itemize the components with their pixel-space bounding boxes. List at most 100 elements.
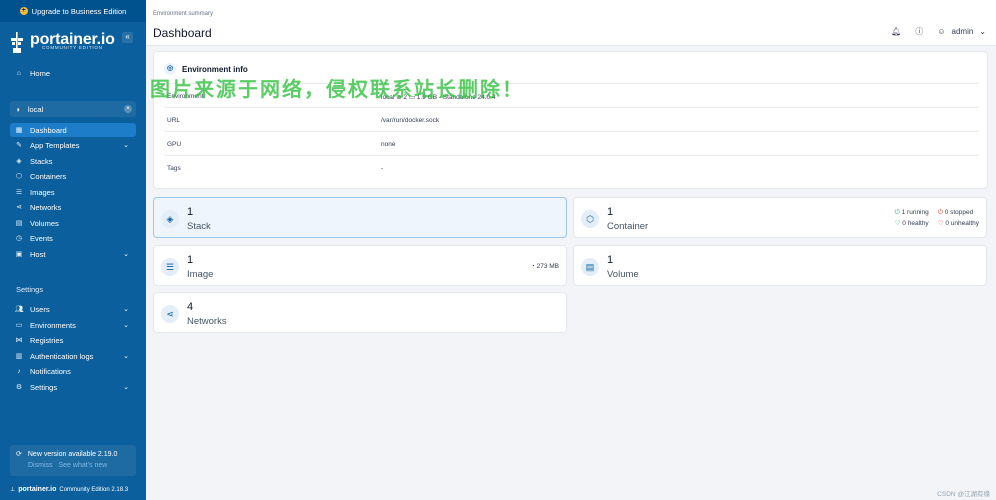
- user-icon: ☺: [937, 27, 946, 36]
- update-notice: ⟳ New version available 2.19.0 Dismiss S…: [10, 445, 136, 476]
- see-whats-new-link[interactable]: See what's new: [59, 462, 108, 469]
- env-row-gpu: GPU none: [164, 131, 979, 155]
- networks-count: 4: [187, 301, 194, 313]
- volume-tile[interactable]: ▤ 1 Volume: [573, 245, 987, 286]
- sidebar-item-label: Notifications: [30, 366, 71, 376]
- env-value: -: [381, 165, 384, 172]
- page-title: Dashboard: [153, 26, 212, 40]
- sidebar-item-stacks[interactable]: ◈ Stacks: [10, 154, 136, 168]
- stack-count: 1: [187, 206, 194, 218]
- image-tile[interactable]: ☰ 1 Image ◔ 273 MB: [153, 245, 567, 286]
- env-value: /var/run/docker.sock: [381, 117, 440, 124]
- box-icon: ⬡: [15, 173, 23, 180]
- env-row-tags: Tags -: [164, 155, 979, 179]
- container-tile[interactable]: ⬡ 1 Container ⏻ 1 running ⏻ 0 stopped ♡ …: [573, 197, 987, 238]
- sidebar-item-registries[interactable]: ⋈ Registries: [10, 333, 136, 347]
- image-count: 1: [187, 254, 194, 266]
- networks-label: Networks: [187, 316, 227, 327]
- env-value: none: [381, 141, 396, 148]
- sidebar-item-label: Images: [30, 187, 55, 197]
- chevron-down-icon: ⌄: [979, 27, 986, 36]
- layers-icon: ◈: [161, 210, 179, 228]
- running-stat: ⏻ 1 running: [894, 209, 929, 216]
- sidebar-item-host[interactable]: ▣ Host ⌄: [10, 247, 136, 261]
- pie-chart-icon: ◔: [530, 263, 535, 270]
- sidebar-item-notifications[interactable]: ♪ Notifications: [10, 364, 136, 378]
- top-bar: Environment summary Dashboard 🔔︎ ⓘ ☺ adm…: [146, 0, 996, 46]
- sidebar-item-label: Containers: [30, 171, 67, 181]
- sidebar-item-label: Volumes: [30, 218, 59, 228]
- brand-logo[interactable]: portainer.io COMMUNITY EDITION: [9, 30, 137, 56]
- env-key: GPU: [167, 141, 182, 148]
- sidebar-item-volumes[interactable]: ▤ Volumes: [10, 216, 136, 230]
- sidebar-item-events[interactable]: ◷ Events: [10, 231, 136, 245]
- volume-count: 1: [607, 254, 614, 266]
- username: admin: [951, 27, 974, 36]
- gear-icon: ⚙: [15, 384, 23, 391]
- portainer-small-icon: ⊥: [10, 487, 16, 493]
- power-off-icon: ⏻: [937, 209, 943, 216]
- settings-section-label: Settings: [16, 285, 44, 294]
- dashboard-icon: ▦: [15, 127, 23, 134]
- collapse-sidebar-button[interactable]: «: [122, 32, 133, 43]
- list-icon: ☰: [15, 189, 23, 196]
- sidebar-item-networks[interactable]: ⋖ Networks: [10, 200, 136, 214]
- users-icon: 👥︎: [14, 306, 24, 313]
- bell-icon: ♪: [17, 367, 21, 375]
- help-icon[interactable]: ⓘ: [915, 26, 923, 37]
- stopped-stat: ⏻ 0 stopped: [937, 209, 974, 216]
- image-size: ◔ 273 MB: [530, 263, 559, 270]
- chevron-down-icon: ⌄: [123, 306, 129, 313]
- edit-icon: ✎: [16, 142, 22, 149]
- power-icon: ⏻: [894, 209, 900, 216]
- share-icon: ⋖: [161, 305, 179, 323]
- logs-icon: ▥: [15, 353, 23, 360]
- upgrade-banner[interactable]: + Upgrade to Business Edition: [0, 0, 146, 22]
- chevron-down-icon: ⌄: [123, 353, 129, 360]
- docker-icon: ◗: [16, 104, 21, 114]
- sidebar-item-label: Users: [30, 304, 50, 314]
- upgrade-label: Upgrade to Business Edition: [31, 6, 127, 16]
- heart-broken-icon: ♡: [937, 220, 944, 227]
- sidebar-item-label: Registries: [30, 335, 64, 345]
- update-text: New version available 2.19.0: [27, 450, 118, 458]
- container-count: 1: [607, 206, 614, 218]
- stack-tile[interactable]: ◈ 1 Stack: [153, 197, 567, 238]
- sidebar-item-images[interactable]: ☰ Images: [10, 185, 136, 199]
- box-icon: ⬡: [581, 210, 599, 228]
- top-actions: 🔔︎ ⓘ ☺ admin ⌄: [891, 26, 986, 37]
- sidebar-item-label: Host: [30, 249, 46, 259]
- env-row-url: URL /var/run/docker.sock: [164, 107, 979, 131]
- environment-name: local: [27, 104, 44, 114]
- sidebar-item-containers[interactable]: ⬡ Containers: [10, 169, 136, 183]
- environment-info-card: ◎ Environment info Environment local ⊚ 2…: [153, 51, 988, 189]
- environment-selector[interactable]: ◗ local ×: [10, 101, 136, 117]
- bell-icon[interactable]: 🔔︎: [891, 27, 901, 36]
- sidebar-item-users[interactable]: 👥︎ Users ⌄: [10, 302, 136, 316]
- sidebar-item-environments[interactable]: ▭ Environments ⌄: [10, 318, 136, 332]
- footer-brand-name: portainer.io: [18, 486, 57, 493]
- sidebar-item-label: App Templates: [30, 140, 80, 150]
- sidebar-item-app-templates[interactable]: ✎ App Templates ⌄: [10, 138, 136, 152]
- image-label: Image: [187, 269, 214, 280]
- sidebar-item-dashboard[interactable]: ▦ Dashboard: [10, 123, 136, 137]
- sidebar: + Upgrade to Business Edition portainer.…: [0, 0, 146, 500]
- registries-icon: ⋈: [15, 337, 23, 344]
- container-stats: ⏻ 1 running ⏻ 0 stopped ♡ 0 healthy ♡ 0 …: [895, 209, 979, 227]
- csdn-watermark: CSDN @江湖有缘: [937, 491, 990, 498]
- footer-version: Community Edition 2.18.3: [59, 486, 129, 493]
- upgrade-icon: +: [19, 7, 28, 15]
- dismiss-link[interactable]: Dismiss: [28, 462, 53, 469]
- close-icon[interactable]: ×: [124, 105, 132, 113]
- sidebar-item-label: Events: [30, 233, 53, 243]
- breadcrumb[interactable]: Environment summary: [153, 11, 213, 17]
- sidebar-item-settings[interactable]: ⚙ Settings ⌄: [10, 380, 136, 394]
- user-menu[interactable]: ☺ admin ⌄: [937, 27, 986, 36]
- sidebar-item-label: Home: [30, 68, 51, 78]
- networks-tile[interactable]: ⋖ 4 Networks: [153, 292, 567, 333]
- volume-label: Volume: [607, 269, 639, 280]
- sidebar-item-home[interactable]: ⌂ Home: [10, 66, 136, 80]
- server-icon: ▣: [15, 251, 23, 258]
- sidebar-item-authentication-logs[interactable]: ▥ Authentication logs ⌄: [10, 349, 136, 363]
- sidebar-item-label: Dashboard: [30, 125, 67, 135]
